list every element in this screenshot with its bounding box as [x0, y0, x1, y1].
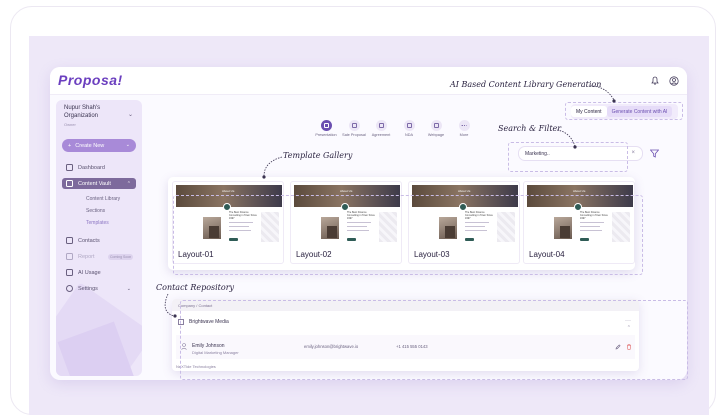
connector-gallery	[263, 156, 283, 177]
connector-dot	[612, 99, 616, 103]
connector-ai	[589, 85, 615, 101]
annotation-connectors	[164, 85, 616, 318]
connector-contacts	[164, 293, 175, 317]
connector-dot	[573, 145, 577, 149]
connector-dot	[262, 175, 266, 179]
connector-dot	[173, 314, 177, 318]
page: Proposa! Nupur Shah's Organization Owner…	[0, 0, 726, 415]
connector-search	[556, 129, 576, 147]
